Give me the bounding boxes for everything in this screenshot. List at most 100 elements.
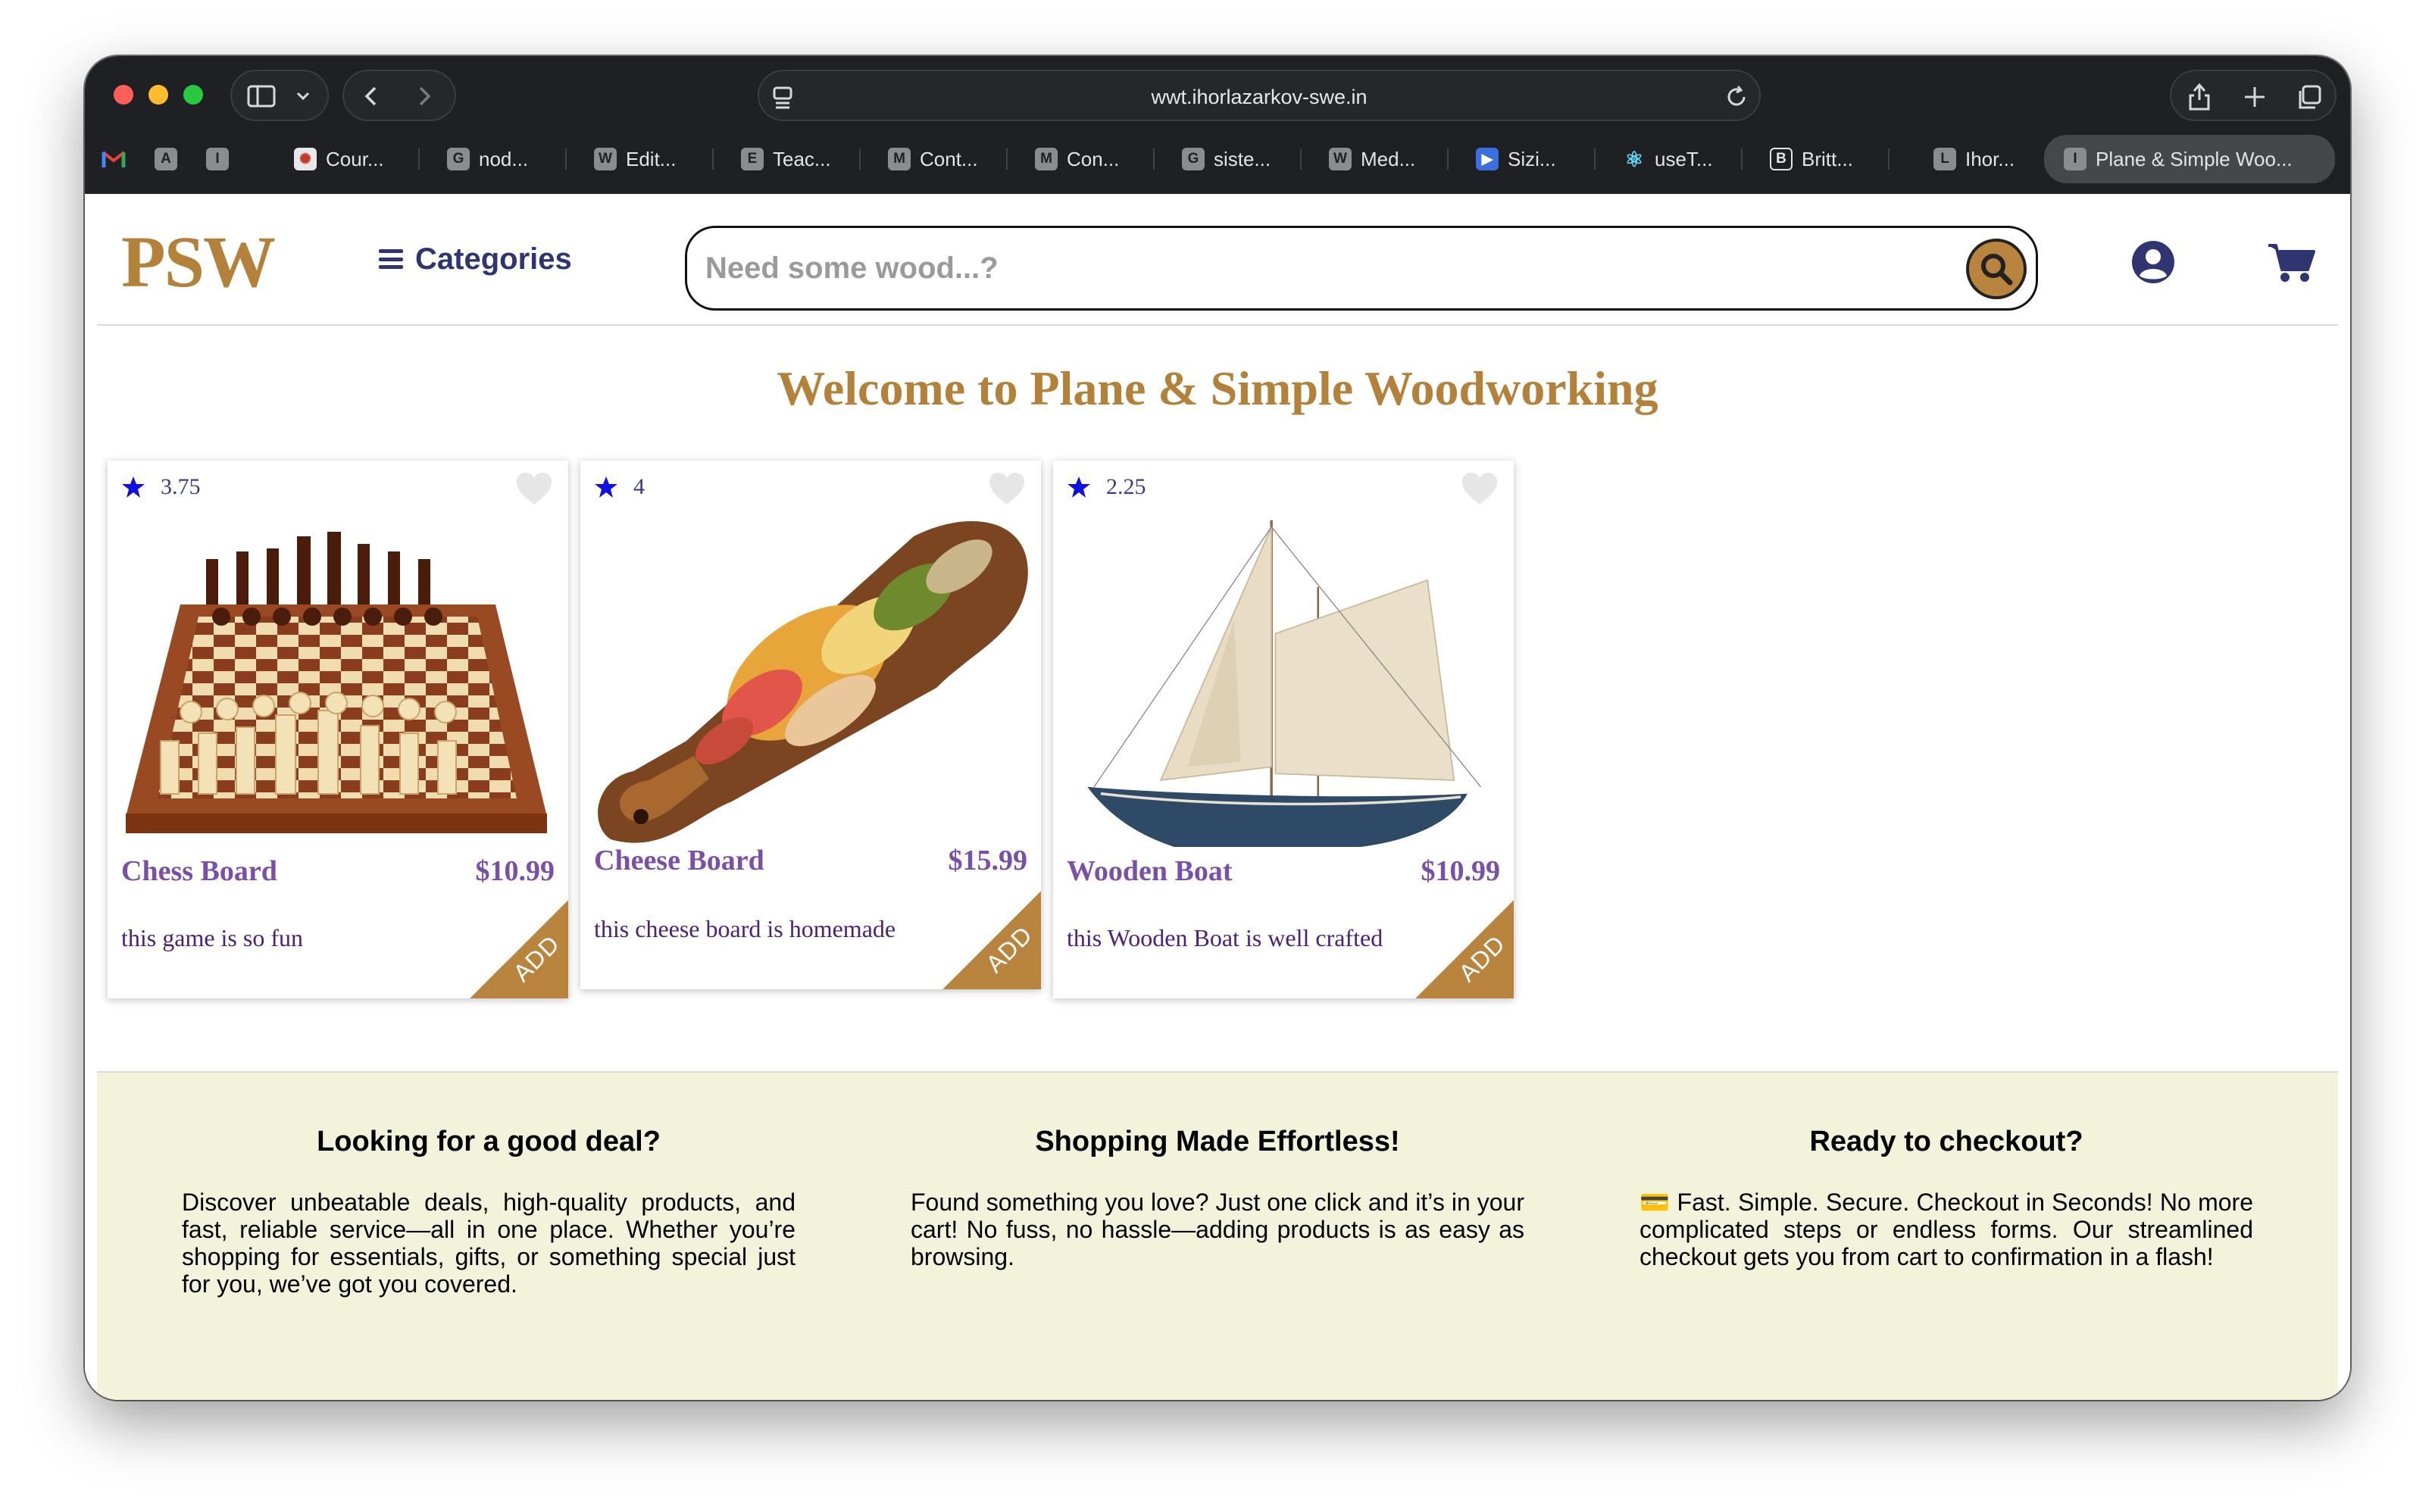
cheese-board-image [598, 521, 1028, 843]
chess-board-image [126, 532, 547, 833]
tab-divider [1300, 148, 1302, 170]
product-description: this cheese board is homemade [594, 915, 896, 942]
window-actions [2170, 70, 2337, 121]
close-window-button[interactable] [114, 85, 133, 105]
search-bar [685, 226, 2038, 311]
tab-nod[interactable]: G nod... [447, 135, 561, 183]
tab-edit[interactable]: W Edit... [594, 135, 708, 183]
star-icon [595, 476, 617, 498]
w-icon: W [1329, 148, 1352, 170]
favorite-heart-icon[interactable] [515, 471, 553, 506]
new-tab-icon[interactable] [2243, 85, 2267, 109]
footer-text: 💳 Fast. Simple. Secure. Checkout in Seco… [1639, 1189, 2253, 1270]
navigation-buttons [342, 70, 456, 121]
rating: 3.75 [121, 474, 201, 500]
forward-icon[interactable] [414, 85, 435, 108]
welcome-heading: Welcome to Plane & Simple Woodworking [777, 361, 1658, 415]
tab-divider [1006, 148, 1008, 170]
cart-icon[interactable] [2267, 241, 2315, 283]
tab-siste[interactable]: G siste... [1182, 135, 1296, 183]
categories-button[interactable]: Categories [379, 236, 572, 282]
b-icon: B [1770, 148, 1793, 170]
add-to-cart-button[interactable]: ADD [942, 891, 1041, 989]
gmail-icon [102, 151, 126, 167]
l-icon: L [1933, 148, 1956, 170]
minimize-window-button[interactable] [148, 85, 168, 105]
tab-overview-icon[interactable] [2296, 83, 2323, 111]
account-icon[interactable] [2130, 239, 2176, 285]
pinned-tab-i[interactable]: I [206, 135, 238, 183]
footer-column-deals: Looking for a good deal? Discover unbeat… [182, 1126, 796, 1298]
tab-divider [859, 148, 861, 170]
add-to-cart-button[interactable]: ADD [470, 900, 568, 998]
react-icon: ⚛ [1624, 147, 1644, 171]
product-name[interactable]: Wooden Boat [1067, 854, 1233, 888]
favorite-heart-icon[interactable] [988, 471, 1026, 506]
footer-text: Found something you love? Just one click… [911, 1189, 1524, 1270]
footer-heading: Shopping Made Effortless! [1035, 1126, 1400, 1157]
add-label: ADD [980, 920, 1039, 978]
sidebar-toggle[interactable] [230, 70, 329, 121]
tab-ihor[interactable]: L Ihor... [1933, 135, 2047, 183]
tab-divider [712, 148, 714, 170]
zoom-window-button[interactable] [183, 85, 203, 105]
product-name[interactable]: Cheese Board [594, 844, 764, 877]
tab-con[interactable]: M Con... [1035, 135, 1149, 183]
play-icon: ▶ [1476, 148, 1499, 170]
tab-teac[interactable]: E Teac... [741, 135, 855, 183]
tab-med[interactable]: W Med... [1329, 135, 1443, 183]
tab-label: nod... [479, 147, 529, 170]
product-price: $10.99 [475, 855, 555, 887]
rating: 4 [594, 474, 645, 500]
m-icon: M [888, 148, 911, 170]
reload-icon[interactable] [1724, 85, 1749, 109]
star-icon [122, 476, 145, 498]
tab-label: useT... [1655, 147, 1713, 170]
product-card-wooden-boat[interactable]: 2.25 Wooden Boat $10.99 this Wooden Boat… [1053, 461, 1514, 998]
product-description: this Wooden Boat is well crafted [1067, 924, 1383, 951]
tab-divider [1741, 148, 1743, 170]
tab-label: siste... [1214, 147, 1271, 170]
pinned-tab-gmail[interactable] [102, 135, 126, 183]
product-description: this game is so fun [121, 924, 303, 951]
pinned-tab-a[interactable]: A [155, 135, 186, 183]
menu-icon [379, 249, 403, 269]
chevron-down-icon[interactable] [295, 91, 311, 102]
star-icon [1067, 476, 1090, 498]
tab-uset[interactable]: ⚛ useT... [1623, 135, 1736, 183]
search-input[interactable] [705, 228, 1918, 308]
tab-label: Cont... [920, 147, 978, 170]
back-icon[interactable] [361, 85, 382, 108]
address-bar[interactable]: wwt.ihorlazarkov-swe.in [758, 70, 1761, 121]
tab-label: Cour... [326, 147, 384, 170]
share-icon[interactable] [2186, 82, 2212, 112]
browser-chrome: wwt.ihorlazarkov-swe.in A I ✺ Cour... G … [85, 56, 2350, 194]
tab-label: Ihor... [1965, 147, 2015, 170]
product-card-chess-board[interactable]: 3.75 Chess Board $10.99 this game is so … [108, 461, 568, 998]
favorite-heart-icon[interactable] [1461, 471, 1499, 506]
rating-value: 4 [633, 474, 645, 499]
i-icon: I [2064, 148, 2086, 170]
tab-sizi[interactable]: ▶ Sizi... [1476, 135, 1589, 183]
rating: 2.25 [1067, 474, 1146, 500]
product-price: $10.99 [1421, 855, 1501, 887]
tab-divider [1594, 148, 1596, 170]
tab-britt[interactable]: B Britt... [1770, 135, 1883, 183]
tab-divider [1447, 148, 1449, 170]
i-icon: I [206, 148, 229, 170]
tab-plane-simple-active[interactable]: I Plane & Simple Woo... [2044, 135, 2335, 183]
w-icon: W [594, 148, 617, 170]
tab-cont[interactable]: M Cont... [888, 135, 1002, 183]
add-to-cart-button[interactable]: ADD [1415, 900, 1514, 998]
add-label: ADD [1453, 929, 1511, 987]
tab-cour[interactable]: ✺ Cour... [294, 135, 408, 183]
rating-value: 2.25 [1106, 474, 1146, 499]
product-card-cheese-board[interactable]: 4 Cheese Board $15.99 this cheese board … [580, 461, 1041, 989]
tab-bar: A I ✺ Cour... G nod... W Edit... E Teac.… [85, 135, 2350, 183]
e-icon: E [741, 148, 764, 170]
rating-value: 3.75 [161, 474, 201, 499]
product-name[interactable]: Chess Board [121, 854, 277, 888]
footer-text: Discover unbeatable deals, high-quality … [182, 1189, 796, 1298]
search-button[interactable] [1966, 239, 2027, 299]
site-logo[interactable]: PSW [121, 224, 276, 300]
